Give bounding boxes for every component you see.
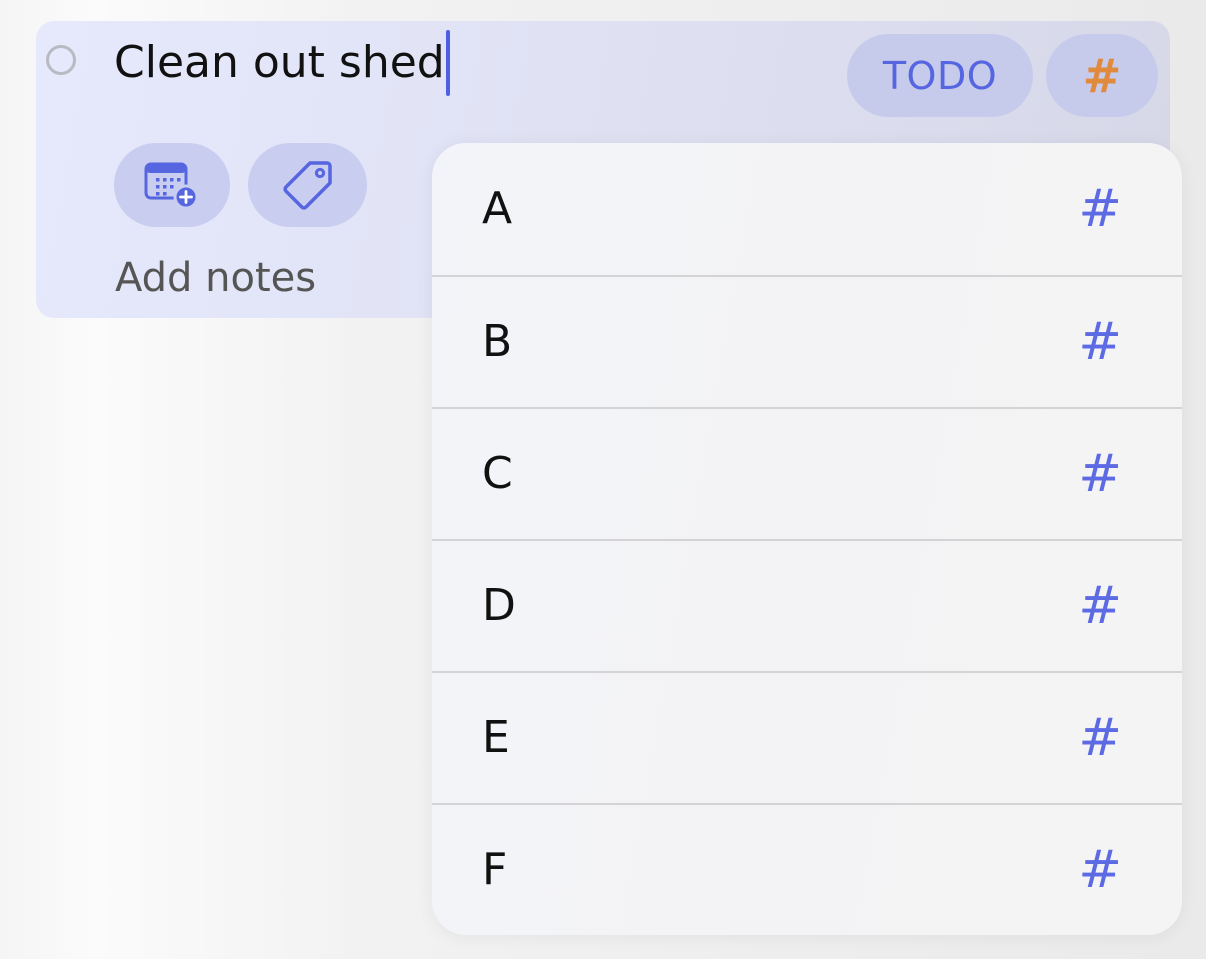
hash-icon: # [1078,708,1122,768]
tag-option-b[interactable]: B # [432,275,1182,407]
tag-option-c[interactable]: C # [432,407,1182,539]
tag-option-label: E [482,712,510,763]
tag-option-label: F [482,844,508,895]
hash-icon: # [1078,444,1122,504]
tag-option-label: A [482,183,513,234]
circle-outline-icon[interactable] [46,45,76,75]
tag-option-label: D [482,580,516,631]
tag-option-f[interactable]: F # [432,803,1182,935]
hash-icon: # [1078,576,1122,636]
task-title[interactable]: Clean out shed [114,41,445,85]
calendar-add-icon [144,162,199,209]
tag-dropdown: A # B # C # D # E # F # [432,143,1182,935]
text-caret [445,30,450,96]
hash-icon: # [1078,179,1122,239]
tag-option-e[interactable]: E # [432,671,1182,803]
tag-option-label: C [482,448,513,499]
hash-icon: # [1078,840,1122,900]
tag-option-a[interactable]: A # [432,143,1182,275]
status-pill[interactable]: TODO [847,34,1033,117]
tag-option-label: B [482,316,513,367]
add-label-button[interactable] [248,143,367,227]
notes-input[interactable]: Add notes [115,258,316,298]
task-title-field[interactable]: Clean out shed [114,30,450,96]
hash-icon: # [1078,312,1122,372]
tag-option-d[interactable]: D # [432,539,1182,671]
add-date-button[interactable] [114,143,230,227]
tag-icon [282,161,332,210]
tag-button[interactable]: # [1046,34,1158,117]
